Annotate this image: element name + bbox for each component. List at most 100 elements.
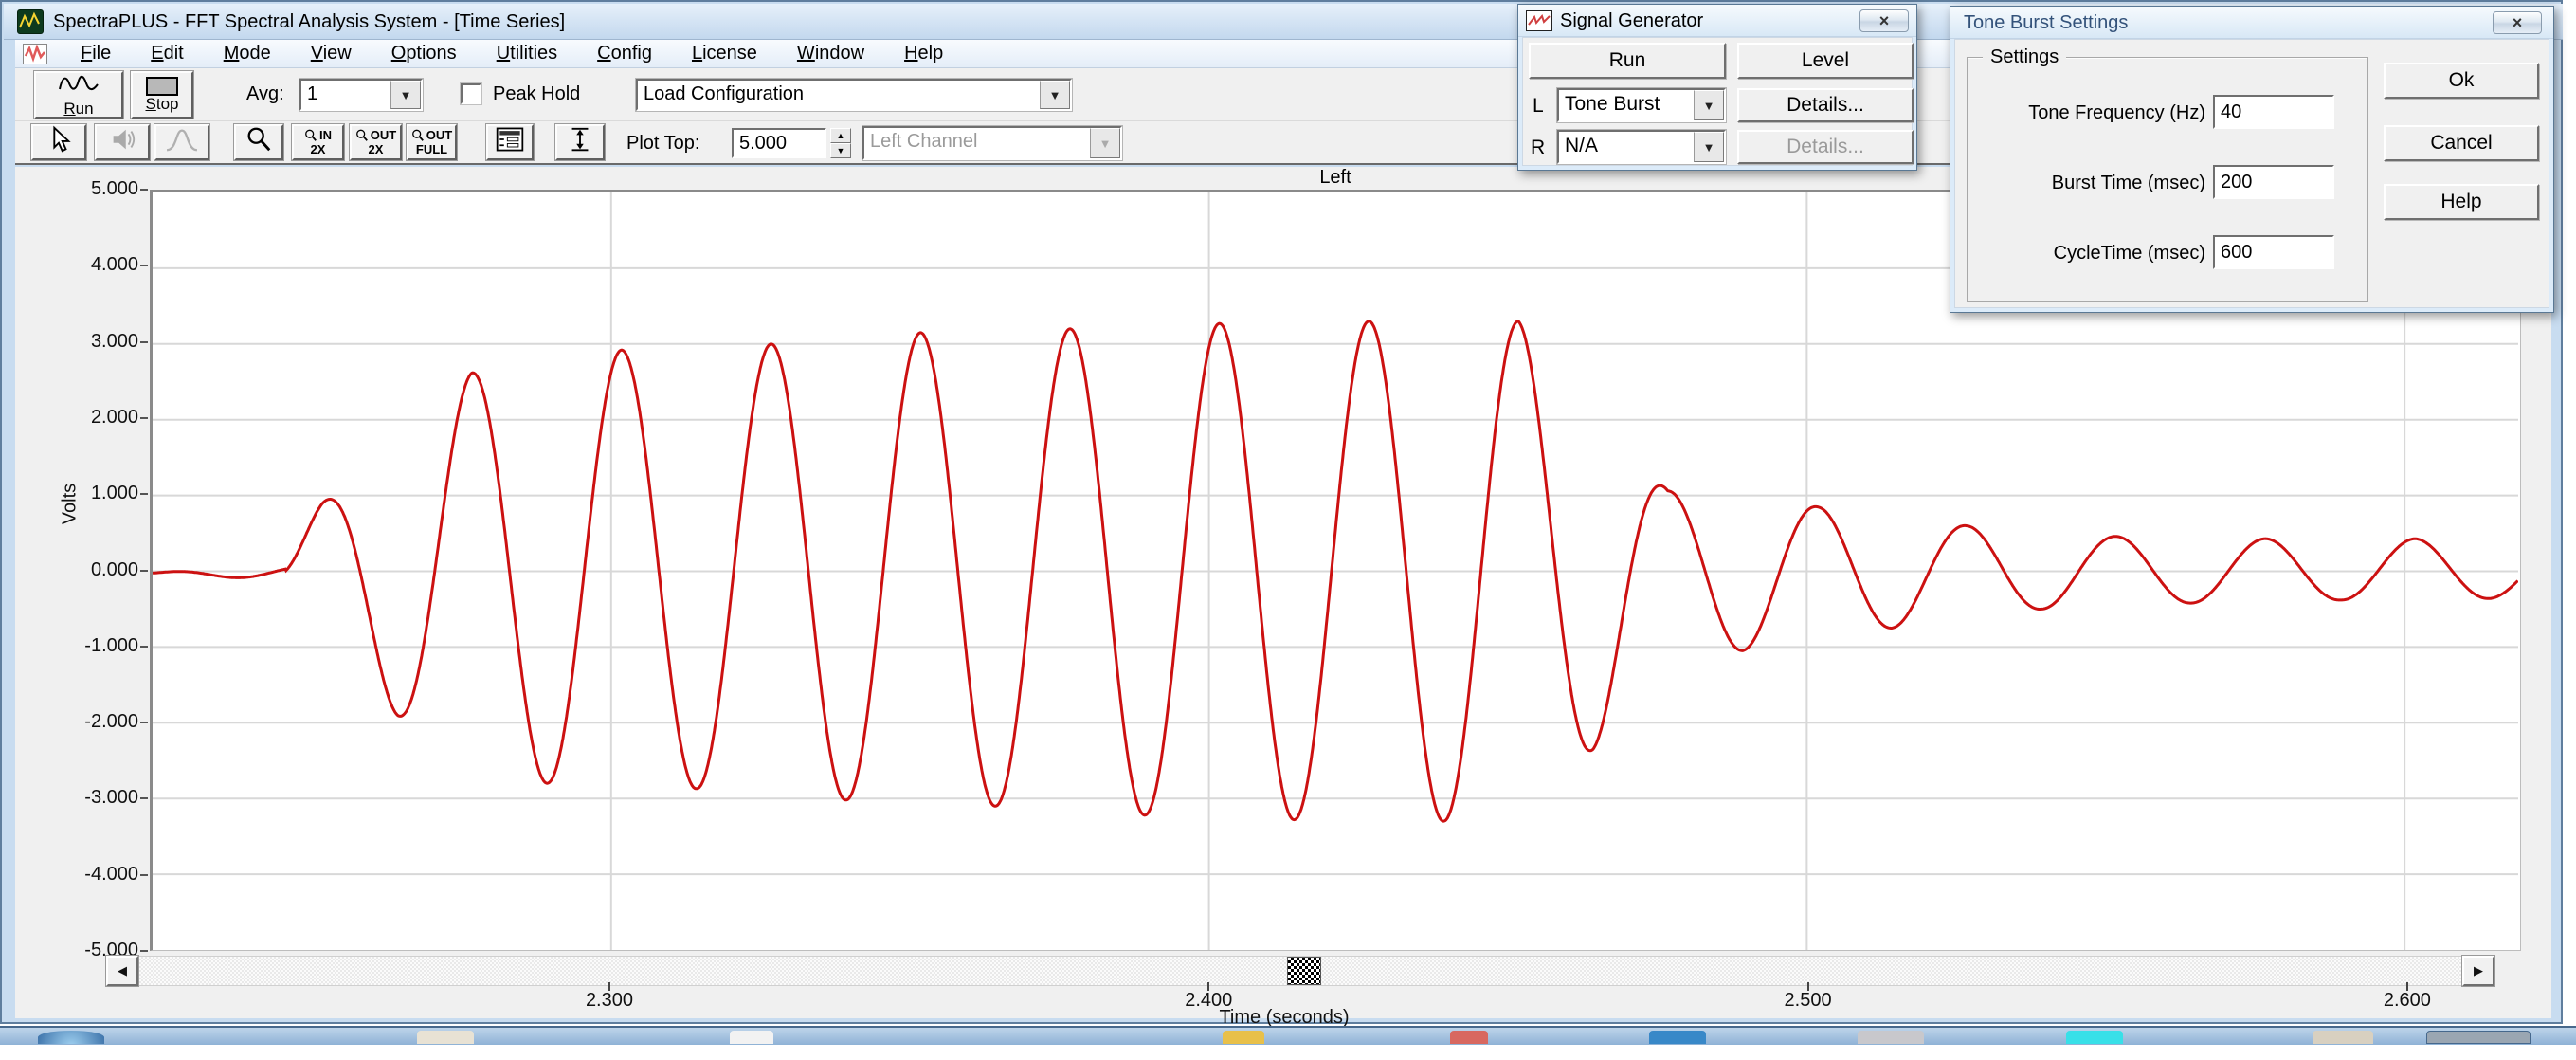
menu-edit[interactable]: Edit <box>131 43 203 64</box>
taskbar-icon[interactable] <box>730 1031 773 1044</box>
left-signal-combo[interactable]: Tone Burst ▼ <box>1557 88 1726 122</box>
signal-generator-icon <box>1526 10 1552 31</box>
taskbar-active-item[interactable] <box>2426 1031 2531 1044</box>
zoom-out-full-label: FULL <box>416 142 447 156</box>
taskbar-icon[interactable] <box>1649 1031 1706 1044</box>
close-icon: × <box>2513 13 2523 33</box>
cancel-button[interactable]: Cancel <box>2384 125 2539 161</box>
avg-label: Avg: <box>246 83 284 105</box>
avg-combo[interactable]: 1 ▼ <box>299 79 423 111</box>
scrollbar-thumb[interactable] <box>1287 957 1321 985</box>
y-tick-mark <box>140 722 148 723</box>
menu-view[interactable]: View <box>291 43 372 64</box>
options-panel-icon <box>495 125 525 159</box>
window-title: SpectraPLUS - FFT Spectral Analysis Syst… <box>53 4 565 40</box>
tone-frequency-input[interactable] <box>2213 95 2334 129</box>
scale-range-button[interactable] <box>555 124 605 160</box>
zoom-tool-button[interactable] <box>234 124 283 160</box>
menu-file[interactable]: File <box>61 43 131 64</box>
zoom-out-2x-button[interactable]: OUT 2X <box>350 124 402 160</box>
audio-monitor-button[interactable] <box>95 124 150 160</box>
magnifier-icon <box>245 125 273 159</box>
taskbar-icon[interactable] <box>2313 1031 2373 1044</box>
channel-combo-arrow-icon: ▼ <box>1090 128 1120 158</box>
scrollbar-left-button[interactable]: ◀ <box>106 956 138 986</box>
burst-time-input[interactable] <box>2213 165 2334 199</box>
plot-top-input[interactable] <box>732 128 826 158</box>
menu-config[interactable]: Config <box>577 43 672 64</box>
x-tick-label: 2.300 <box>543 990 676 1012</box>
y-tick-label: -2.000 <box>34 711 138 733</box>
taskbar[interactable] <box>0 1026 2576 1045</box>
load-configuration-value: Load Configuration <box>638 81 1040 109</box>
taskbar-icon[interactable] <box>1450 1031 1488 1044</box>
generator-run-button[interactable]: Run <box>1529 43 1726 79</box>
menu-license[interactable]: License <box>672 43 777 64</box>
zoom-out-full-button[interactable]: OUT FULL <box>407 124 457 160</box>
signal-generator-title-bar[interactable]: Signal Generator × <box>1518 5 1916 37</box>
left-details-button[interactable]: Details... <box>1737 88 1914 122</box>
taskbar-icon[interactable] <box>2066 1031 2123 1044</box>
y-axis-labels: 5.0004.0003.0002.0001.0000.000-1.000-2.0… <box>19 190 148 951</box>
y-tick-label: -4.000 <box>34 864 138 886</box>
right-signal-combo-arrow-icon[interactable]: ▼ <box>1694 132 1724 162</box>
y-tick-label: 4.000 <box>34 254 138 276</box>
right-signal-combo[interactable]: N/A ▼ <box>1557 130 1726 164</box>
child-window-icon[interactable] <box>23 44 47 64</box>
plot-top-spinner[interactable]: ▲ ▼ <box>830 128 851 158</box>
peak-curve-button[interactable] <box>154 124 209 160</box>
menu-utilities[interactable]: Utilities <box>477 43 577 64</box>
avg-value: 1 <box>301 81 390 109</box>
tone-burst-close-button[interactable]: × <box>2493 11 2542 34</box>
tone-burst-title-bar[interactable]: Tone Burst Settings × <box>1950 7 2553 39</box>
tone-burst-settings-dialog: Tone Burst Settings × Settings Tone Freq… <box>1950 6 2554 313</box>
menu-options[interactable]: Options <box>372 43 477 64</box>
help-button[interactable]: Help <box>2384 184 2539 220</box>
zoom-in-2x-button[interactable]: IN 2X <box>292 124 344 160</box>
plot-top-label: Plot Top: <box>626 133 699 155</box>
signal-generator-title: Signal Generator <box>1560 5 1703 37</box>
display-options-button[interactable] <box>486 124 534 160</box>
peak-hold-label: Peak Hold <box>493 83 580 105</box>
taskbar-icon[interactable] <box>1858 1031 1924 1044</box>
y-tick-label: 5.000 <box>34 178 138 200</box>
run-button[interactable]: Run <box>34 71 123 119</box>
avg-combo-arrow-icon[interactable]: ▼ <box>390 81 421 109</box>
signal-generator-close-button[interactable]: × <box>1859 9 1909 32</box>
y-tick-mark <box>140 646 148 648</box>
ok-button[interactable]: Ok <box>2384 63 2539 99</box>
generator-level-button[interactable]: Level <box>1737 43 1914 79</box>
menu-items: FileEditModeViewOptionsUtilitiesConfigLi… <box>61 43 963 64</box>
cycle-time-label: CycleTime (msec) <box>1968 243 2205 265</box>
menu-mode[interactable]: Mode <box>204 43 291 64</box>
run-wave-icon <box>57 72 100 101</box>
y-tick-mark <box>140 570 148 572</box>
zoom-in-2x-label: 2X <box>311 142 326 156</box>
cycle-time-input[interactable] <box>2213 235 2334 269</box>
burst-time-label: Burst Time (msec) <box>1968 173 2205 194</box>
settings-group-label: Settings <box>1983 46 2066 68</box>
load-configuration-arrow-icon[interactable]: ▼ <box>1040 81 1070 109</box>
menu-help[interactable]: Help <box>884 43 963 64</box>
taskbar-icon[interactable] <box>417 1031 474 1044</box>
peak-hold-checkbox[interactable] <box>461 83 481 104</box>
scroll-right-icon: ▶ <box>2474 963 2483 978</box>
menu-window[interactable]: Window <box>777 43 884 64</box>
spinner-down-icon[interactable]: ▼ <box>830 143 851 158</box>
y-tick-mark <box>140 265 148 266</box>
spinner-up-icon[interactable]: ▲ <box>830 128 851 143</box>
y-tick-label: 3.000 <box>34 331 138 353</box>
left-signal-combo-arrow-icon[interactable]: ▼ <box>1694 90 1724 120</box>
stop-button[interactable]: Stop <box>131 71 193 119</box>
y-tick-mark <box>140 341 148 343</box>
y-tick-label: -3.000 <box>34 787 138 809</box>
speaker-icon <box>108 125 136 159</box>
load-configuration-combo[interactable]: Load Configuration ▼ <box>636 79 1072 111</box>
right-channel-label: R <box>1531 137 1545 159</box>
pointer-tool-button[interactable] <box>31 124 86 160</box>
start-orb-icon[interactable] <box>38 1031 104 1044</box>
zoom-full-icon: OUT <box>411 128 452 142</box>
taskbar-icon[interactable] <box>1223 1031 1264 1044</box>
channel-value: Left Channel <box>864 128 1090 158</box>
zoom-out-icon: OUT <box>355 128 396 142</box>
